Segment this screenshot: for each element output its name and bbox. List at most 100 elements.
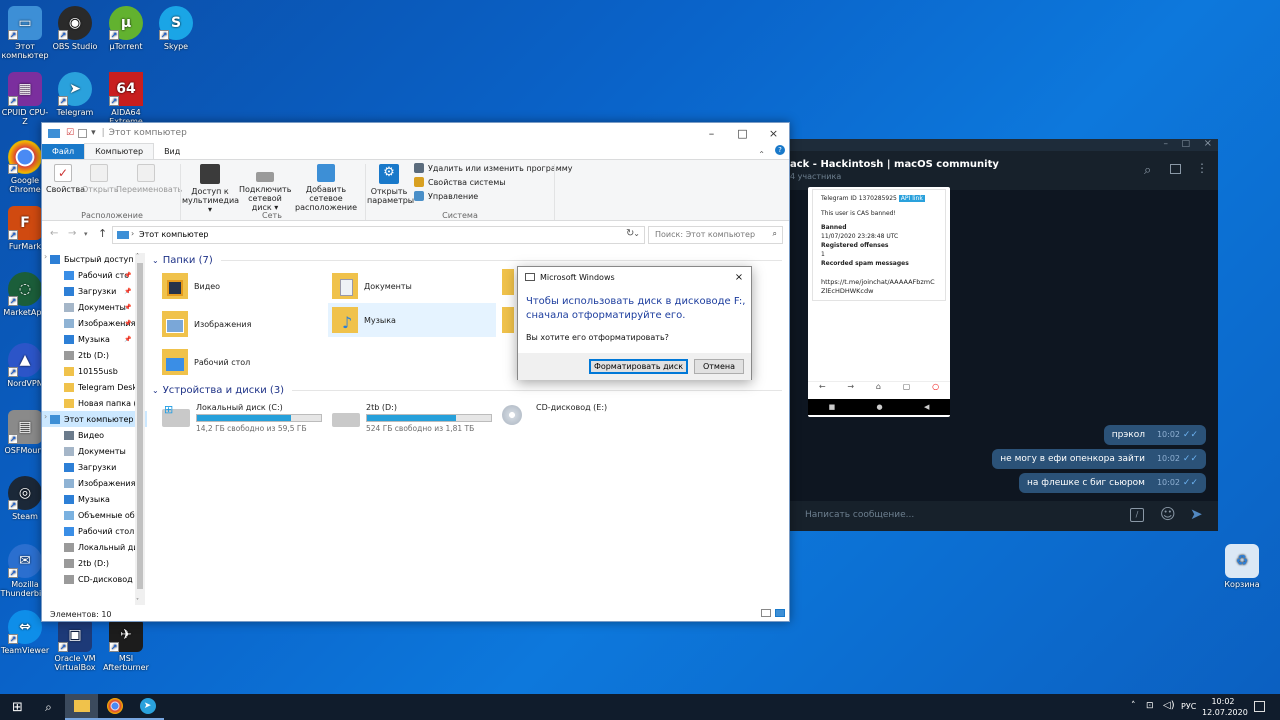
close-icon[interactable]: × [727, 272, 751, 283]
desktop-icon-afterburner[interactable]: ✈ ↗ MSI Afterburner [101, 618, 151, 672]
message-bubble[interactable]: прэкол 10:02 ✓✓ [1103, 425, 1206, 445]
sidebar-toggle-icon[interactable] [1170, 164, 1181, 174]
chat-header[interactable]: ack - Hackintosh | macOS community 4 уча… [788, 151, 1218, 191]
volume-icon[interactable]: ◁) [1163, 700, 1175, 711]
send-icon[interactable]: ➤ [1190, 505, 1203, 523]
taskbar-telegram[interactable]: ➤ [131, 694, 164, 720]
message-bubble[interactable]: не могу в ефи опенкора зайти 10:02 ✓✓ [992, 449, 1206, 469]
format-disk-button[interactable]: Форматировать диск [589, 359, 688, 374]
properties-button[interactable]: ✓ Свойства [46, 164, 85, 194]
network-icon[interactable]: ⊡ [1146, 701, 1154, 711]
media-access-button[interactable]: Доступ к мультимедиа ▾ [182, 164, 239, 214]
nav-item[interactable]: 2tb (D:) [42, 555, 147, 571]
scroll-up-icon[interactable]: ˄ [136, 253, 139, 260]
address-bar[interactable]: › Этот компьютер ⌄ [112, 226, 645, 244]
minimize-icon[interactable]: – [696, 127, 727, 140]
emoji-icon[interactable]: ☺ [1160, 505, 1176, 523]
map-drive-button[interactable]: Подключить сетевой диск ▾ [239, 164, 291, 212]
folder-item[interactable]: Видео [162, 269, 322, 303]
up-icon[interactable]: ↑ [98, 227, 107, 240]
desktop-icon-utorrent[interactable]: µ ↗ µTorrent [101, 6, 151, 51]
uninstall-button[interactable]: Удалить или изменить программу [414, 163, 573, 173]
tab-file[interactable]: Файл [42, 144, 85, 159]
desktop-icon-recycle-bin[interactable]: ♻ Корзина [1217, 544, 1267, 589]
search-icon[interactable]: ⌕ [1144, 163, 1151, 178]
nav-item[interactable]: 10155usb [42, 363, 147, 379]
nav-item[interactable]: 2tb (D:) [42, 347, 147, 363]
desktop-icon-aida64[interactable]: 64↗AIDA64 Extreme [101, 72, 151, 126]
nav-item[interactable]: Музыка [42, 491, 147, 507]
nav-item[interactable]: Изображения [42, 475, 147, 491]
nav-scrollbar[interactable]: ˄ ˅ [135, 253, 145, 605]
nav-item[interactable]: Видео [42, 427, 147, 443]
message-input[interactable]: Написать сообщение... [788, 501, 1218, 531]
folder-icon-partial[interactable] [502, 307, 514, 333]
expand-chevron-icon[interactable]: › [44, 412, 47, 421]
help-icon[interactable]: ? [775, 145, 785, 155]
nav-item[interactable]: Рабочий сто 📌 [42, 267, 147, 283]
close-icon[interactable]: × [1204, 138, 1212, 149]
search-button[interactable]: ⌕ [32, 694, 65, 720]
system-properties-button[interactable]: Свойства системы [414, 177, 506, 187]
more-icon[interactable]: ⋮ [1196, 161, 1208, 175]
expand-chevron-icon[interactable]: › [44, 252, 47, 261]
quick-access-dropdown-icon[interactable]: ▾ [91, 128, 96, 138]
nav-item[interactable]: Рабочий стол [42, 523, 147, 539]
nav-item[interactable]: Загрузки 📌 [42, 283, 147, 299]
add-location-button[interactable]: Добавить сетевое расположение [292, 164, 360, 212]
chevron-up-icon[interactable]: ˄ [1131, 701, 1136, 711]
folder-item[interactable]: ♪ Музыка [328, 303, 496, 337]
scroll-down-icon[interactable]: ˅ [136, 598, 139, 605]
folder-item[interactable]: Изображения [162, 307, 322, 341]
large-icons-view-icon[interactable] [775, 609, 785, 617]
message-bubble[interactable]: на флешке с биг сьюром 10:02 ✓✓ [1019, 473, 1206, 493]
open-settings-button[interactable]: ⚙ Открыть параметры [367, 164, 414, 205]
nav-item[interactable]: Музыка 📌 [42, 331, 147, 347]
desktop-icon-telegram[interactable]: ➤ ↗ Telegram [50, 72, 100, 117]
minimize-icon[interactable]: – [1164, 139, 1169, 149]
clock[interactable]: 10:02 12.07.2020 [1202, 696, 1248, 718]
drive-item[interactable]: CD-дисковод (E:) [502, 403, 672, 425]
taskbar-explorer[interactable] [65, 694, 98, 720]
nav-item[interactable]: Telegram Deskto [42, 379, 147, 395]
rename-button[interactable]: Переименовать [116, 164, 182, 194]
nav-item[interactable]: Документы 📌 [42, 299, 147, 315]
nav-item[interactable]: CD-дисковод (E [42, 571, 147, 587]
commands-icon[interactable]: / [1130, 508, 1144, 522]
nav-item[interactable]: Новая папка (2) [42, 395, 147, 411]
desktop-icon-virtualbox[interactable]: ▣ ↗ Oracle VM VirtualBox [50, 618, 100, 672]
language-indicator[interactable]: РУС [1181, 702, 1196, 711]
details-view-icon[interactable] [761, 609, 771, 617]
nav-item[interactable]: › Этот компьютер [42, 411, 147, 427]
nav-item[interactable]: Загрузки [42, 459, 147, 475]
notifications-icon[interactable] [1254, 701, 1265, 712]
screenshot-image[interactable]: Telegram ID 1370285925 API link This use… [808, 187, 950, 417]
tab-computer[interactable]: Компьютер [84, 143, 155, 159]
nav-item[interactable]: Изображения 📌 [42, 315, 147, 331]
chevron-up-icon[interactable]: ⌃ [758, 150, 765, 159]
folders-section-header[interactable]: ⌄ Папки (7) [152, 255, 782, 266]
folder-icon-partial[interactable] [502, 269, 514, 295]
nav-item[interactable]: Объемные объ [42, 507, 147, 523]
maximize-icon[interactable]: □ [1181, 139, 1190, 149]
drive-item[interactable]: 2tb (D:) 524 ГБ свободно из 1,81 ТБ [332, 403, 502, 433]
folder-item[interactable]: Документы [332, 269, 492, 303]
nav-item[interactable]: › Быстрый доступ [42, 251, 147, 267]
forward-icon[interactable]: → [68, 228, 76, 239]
cancel-button[interactable]: Отмена [694, 359, 744, 374]
nav-item[interactable]: Документы [42, 443, 147, 459]
scroll-thumb[interactable] [137, 263, 143, 589]
desktop-icon-this-pc[interactable]: ▭ ↗ Этот компьютер [0, 6, 50, 60]
folder-item[interactable]: Рабочий стол [162, 345, 322, 379]
refresh-icon[interactable]: ↻ [626, 228, 634, 239]
drive-item[interactable]: ⊞ Локальный диск (C:) 14,2 ГБ свободно и… [162, 403, 332, 433]
drives-section-header[interactable]: ⌄ Устройства и диски (3) [152, 385, 782, 396]
nav-item[interactable]: Локальный дис [42, 539, 147, 555]
desktop-icon-skype[interactable]: S ↗ Skype [151, 6, 201, 51]
new-folder-quick-icon[interactable] [78, 128, 88, 138]
back-icon[interactable]: ← [50, 228, 58, 239]
tab-view[interactable]: Вид [154, 144, 190, 159]
desktop-icon-obs[interactable]: ◉ ↗ OBS Studio [50, 6, 100, 51]
start-button[interactable]: ⊞ [1, 694, 34, 720]
desktop-icon-cpuz[interactable]: ▦ ↗ CPUID CPU-Z [0, 72, 50, 126]
